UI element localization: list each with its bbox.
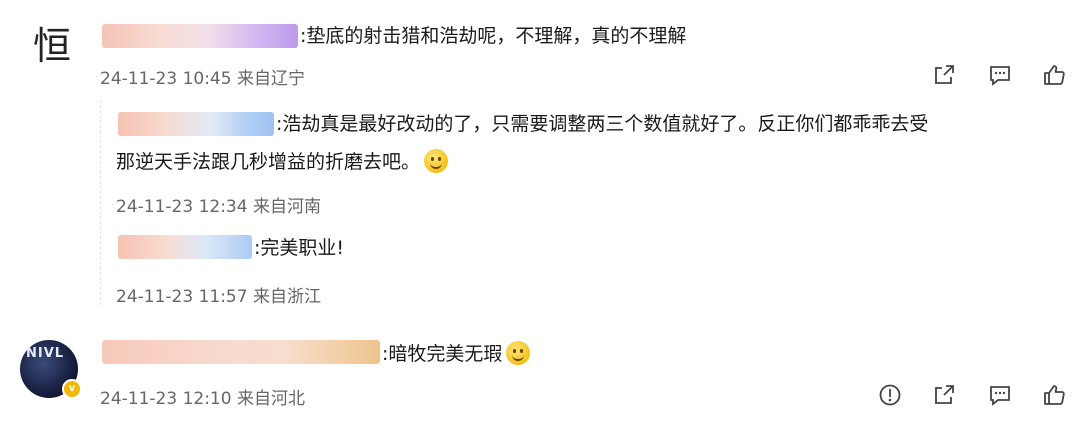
reply-text-line2-wrap: 那逆天手法跟几秒增益的折磨去吧。 — [116, 146, 449, 178]
like-button[interactable] — [1040, 381, 1068, 409]
share-icon — [935, 385, 954, 404]
share-icon — [935, 65, 954, 84]
reply-meta: 24-11-23 11:57 来自浙江 — [116, 287, 321, 307]
reply-text-line2: 那逆天手法跟几秒增益的折磨去吧。 — [116, 151, 421, 173]
comment-icon — [990, 66, 1010, 86]
blurred-username[interactable] — [102, 340, 380, 364]
smile-emoji-icon — [424, 149, 449, 173]
blurred-username[interactable] — [118, 112, 274, 136]
report-icon — [879, 384, 901, 406]
comment-text: :垫底的射击猎和浩劫呢，不理解，真的不理解 — [300, 25, 687, 47]
comment-text-wrap: :暗牧完美无瑕 — [382, 338, 531, 370]
verified-badge-icon: v — [62, 379, 82, 399]
like-icon — [1044, 385, 1065, 405]
comment-meta: 24-11-23 10:45 来自辽宁 — [100, 69, 305, 89]
reply-text: :完美职业! — [254, 237, 345, 259]
comment-text: :暗牧完美无瑕 — [382, 343, 503, 365]
like-button[interactable] — [1040, 61, 1068, 89]
share-button[interactable] — [930, 381, 958, 409]
report-button[interactable] — [876, 381, 904, 409]
comment-icon — [990, 386, 1010, 406]
reply-text-line1: :浩劫真是最好改动的了，只需要调整两三个数值就好了。反正你们都乖乖去受 — [276, 113, 929, 135]
avatar-text: NIVL — [26, 346, 65, 361]
comment-meta: 24-11-23 12:10 来自河北 — [100, 389, 305, 409]
comment-button[interactable] — [986, 381, 1014, 409]
reply-meta: 24-11-23 12:34 来自河南 — [116, 197, 321, 217]
blurred-username[interactable] — [102, 24, 298, 48]
share-button[interactable] — [930, 61, 958, 89]
blurred-username[interactable] — [118, 235, 252, 259]
like-icon — [1044, 65, 1065, 85]
smile-emoji-icon — [506, 341, 531, 365]
avatar-heng[interactable]: 恒 — [22, 12, 82, 72]
comment-button[interactable] — [986, 61, 1014, 89]
